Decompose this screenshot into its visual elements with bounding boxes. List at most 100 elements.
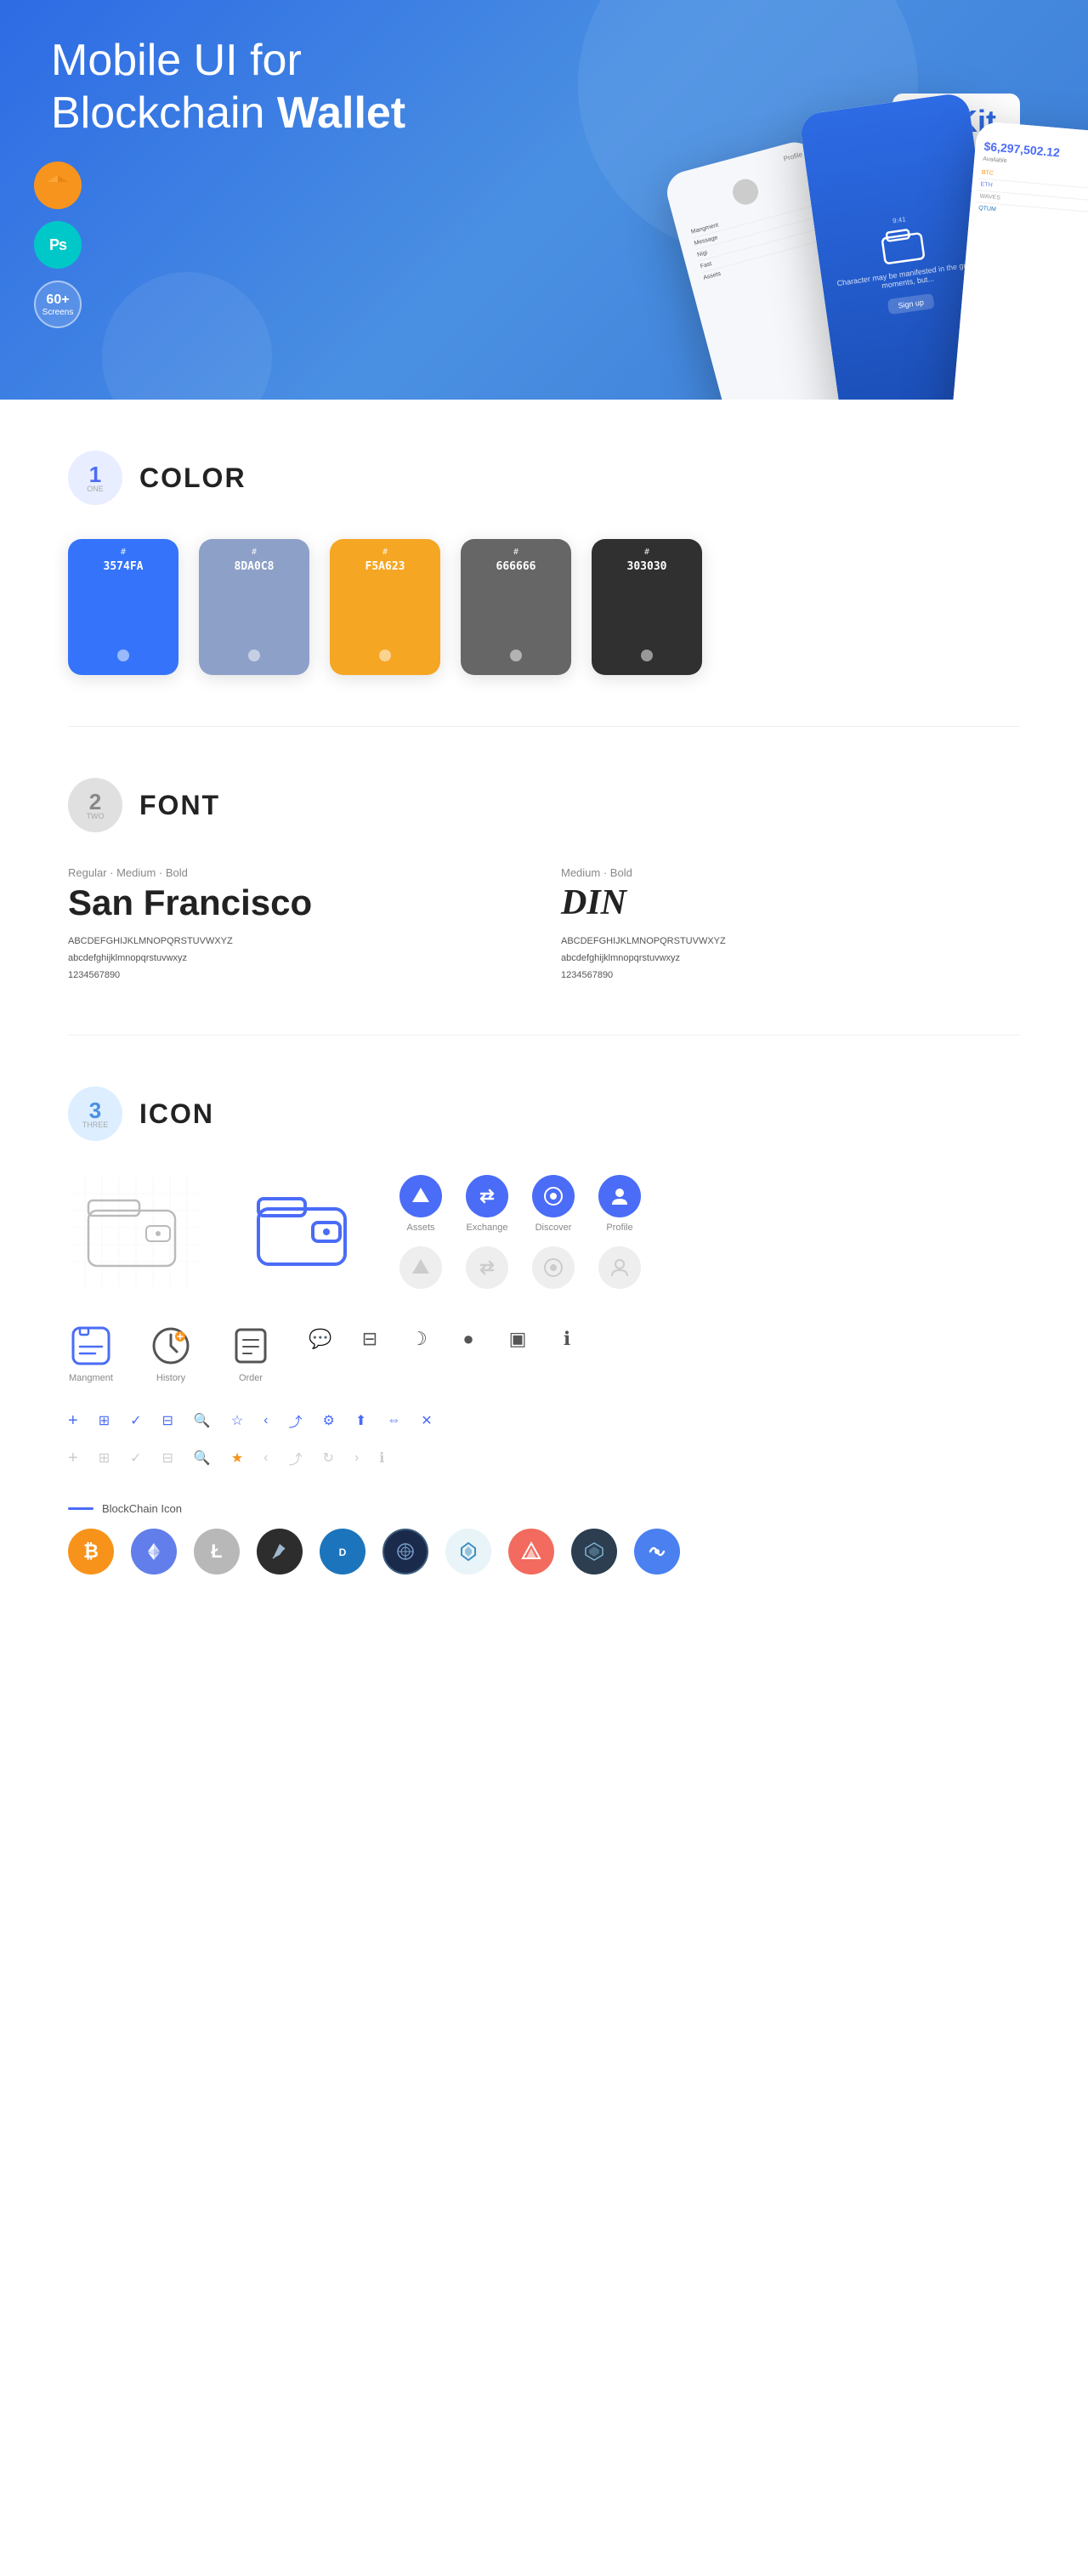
info-icon: ℹ	[554, 1326, 580, 1352]
bottom-nav-row: Mangment History Order	[68, 1323, 1020, 1383]
exchange-label: Exchange	[467, 1223, 508, 1233]
assets-icon-gray	[400, 1246, 442, 1289]
blockchain-label: BlockChain Icon	[68, 1502, 1020, 1515]
section-number-one: 1 ONE	[68, 451, 122, 505]
history-label: History	[156, 1373, 185, 1383]
din-name: DIN	[561, 882, 1020, 923]
icon-section-header: 3 THREE ICON	[68, 1087, 1020, 1141]
band-icon	[634, 1529, 680, 1575]
moon-icon: ☽	[406, 1326, 432, 1352]
font-din: Medium · Bold DIN ABCDEFGHIJKLMNOPQRSTUV…	[561, 866, 1020, 984]
share-icon: ⤴	[289, 1410, 303, 1431]
management-label: Mangment	[69, 1373, 113, 1383]
color-section-header: 1 ONE COLOR	[68, 451, 1020, 505]
assets-icon-item: Assets	[400, 1175, 442, 1233]
sf-numbers: 1234567890	[68, 967, 527, 984]
sf-name: San Francisco	[68, 882, 527, 923]
upload-icon: ⬆	[355, 1412, 366, 1429]
plus-icon: +	[68, 1411, 78, 1431]
sketch-icon	[34, 162, 82, 209]
assets-label: Assets	[406, 1223, 434, 1233]
photoshop-icon: Ps	[34, 221, 82, 269]
search-icon-gray: 🔍	[194, 1450, 211, 1467]
misc-icons-row1: 💬 ⊟ ☽ ● ▣ ℹ	[308, 1326, 580, 1352]
screens-count-badge: 60+ Screens	[34, 281, 82, 328]
wallet-icon-blue	[255, 1192, 348, 1273]
chat-icon: 💬	[308, 1326, 333, 1352]
qr-icon: ⊟	[162, 1412, 173, 1429]
sf-uppercase: ABCDEFGHIJKLMNOPQRSTUVWXYZ	[68, 933, 527, 950]
section-number-two: 2 TWO	[68, 778, 122, 832]
info-icon-gray: ℹ	[379, 1450, 384, 1467]
discover-label: Discover	[536, 1223, 572, 1233]
profile-label: Profile	[606, 1223, 632, 1233]
din-lowercase: abcdefghijklmnopqrstuvwxyz	[561, 950, 1020, 967]
ark-icon	[508, 1529, 554, 1575]
doc-icon: ⊞	[99, 1412, 110, 1429]
check-icon: ✓	[130, 1412, 141, 1429]
sf-style-label: Regular · Medium · Bold	[68, 866, 527, 879]
utility-icons-row-gray: + ⊞ ✓ ⊟ 🔍 ★ ‹ ⤴ ↻ › ℹ	[68, 1448, 1020, 1468]
color-swatch-blue: # 3574FA	[68, 539, 178, 675]
font-section-title: FONT	[139, 790, 220, 821]
pow-icon	[571, 1529, 617, 1575]
font-section-header: 2 TWO FONT	[68, 778, 1020, 832]
refresh-icon-gray: ↻	[323, 1450, 334, 1467]
chevron-left-icon-gray: ‹	[264, 1450, 268, 1466]
exchange-icon-gray	[466, 1246, 508, 1289]
hero-tool-icons: Ps 60+ Screens	[34, 162, 82, 328]
chevron-left-icon: ‹	[264, 1413, 268, 1428]
bubble-icon: ▣	[505, 1326, 530, 1352]
font-grid: Regular · Medium · Bold San Francisco AB…	[68, 866, 1020, 984]
color-swatch-orange: # F5A623	[330, 539, 440, 675]
history-icon-item: History	[148, 1323, 194, 1383]
ltc-icon: Ł	[194, 1529, 240, 1575]
din-numbers: 1234567890	[561, 967, 1020, 984]
layers-icon: ⊟	[357, 1326, 382, 1352]
font-section: 2 TWO FONT Regular · Medium · Bold San F…	[0, 727, 1088, 1035]
phone-mockups: Profile Mangment Message Nigi Fast Asset…	[706, 102, 1088, 400]
share-icon-gray: ⤴	[289, 1448, 303, 1468]
section-number-three: 3 THREE	[68, 1087, 122, 1141]
star-icon-orange: ★	[231, 1450, 243, 1467]
net-icon	[445, 1529, 491, 1575]
svg-text:D: D	[339, 1546, 347, 1558]
profile-icon-gray	[598, 1246, 641, 1289]
color-swatch-dark: # 303030	[592, 539, 702, 675]
bat-icon	[257, 1529, 303, 1575]
discover-icon-gray	[532, 1246, 575, 1289]
sf-lowercase: abcdefghijklmnopqrstuvwxyz	[68, 950, 527, 967]
misc-icons-group: 💬 ⊟ ☽ ● ▣ ℹ	[308, 1323, 580, 1352]
plus-icon-gray: +	[68, 1449, 78, 1468]
hero-section: Mobile UI for Blockchain Wallet UI Kit P…	[0, 0, 1088, 400]
exchange-icon-item: Exchange	[466, 1175, 508, 1233]
check-icon-gray: ✓	[130, 1450, 141, 1467]
icon-section: 3 THREE ICON	[0, 1036, 1088, 1626]
management-icon-item: Mangment	[68, 1323, 114, 1383]
color-swatch-gray: # 666666	[461, 539, 571, 675]
star-icon: ☆	[231, 1412, 243, 1429]
qr-icon-gray: ⊟	[162, 1450, 173, 1467]
resize-icon: ⇔	[387, 1413, 400, 1428]
gear-icon: ⚙	[323, 1412, 335, 1429]
zen-icon	[382, 1529, 428, 1575]
order-label: Order	[239, 1373, 263, 1383]
blockchain-line	[68, 1507, 94, 1510]
color-swatches-container: # 3574FA # 8DA0C8 # F5A623 # 666666 # 30…	[68, 539, 1020, 675]
eth-icon	[131, 1529, 177, 1575]
circle-icon: ●	[456, 1326, 481, 1352]
din-uppercase: ABCDEFGHIJKLMNOPQRSTUVWXYZ	[561, 933, 1020, 950]
crypto-icons-row: ₿ Ł D	[68, 1529, 1020, 1575]
discover-icon-item: Discover	[532, 1175, 575, 1233]
btc-icon: ₿	[68, 1529, 114, 1575]
wallet-wireframe	[68, 1177, 204, 1287]
icon-section-title: ICON	[139, 1098, 214, 1130]
din-style-label: Medium · Bold	[561, 866, 1020, 879]
order-icon-item: Order	[228, 1323, 274, 1383]
color-section-title: COLOR	[139, 462, 246, 494]
dash-icon: D	[320, 1529, 366, 1575]
font-san-francisco: Regular · Medium · Bold San Francisco AB…	[68, 866, 527, 984]
color-section: 1 ONE COLOR # 3574FA # 8DA0C8 # F5A623 #…	[0, 400, 1088, 726]
wallet-icon-row: Assets Exchange	[68, 1175, 1020, 1289]
close-icon: ✕	[421, 1412, 432, 1429]
